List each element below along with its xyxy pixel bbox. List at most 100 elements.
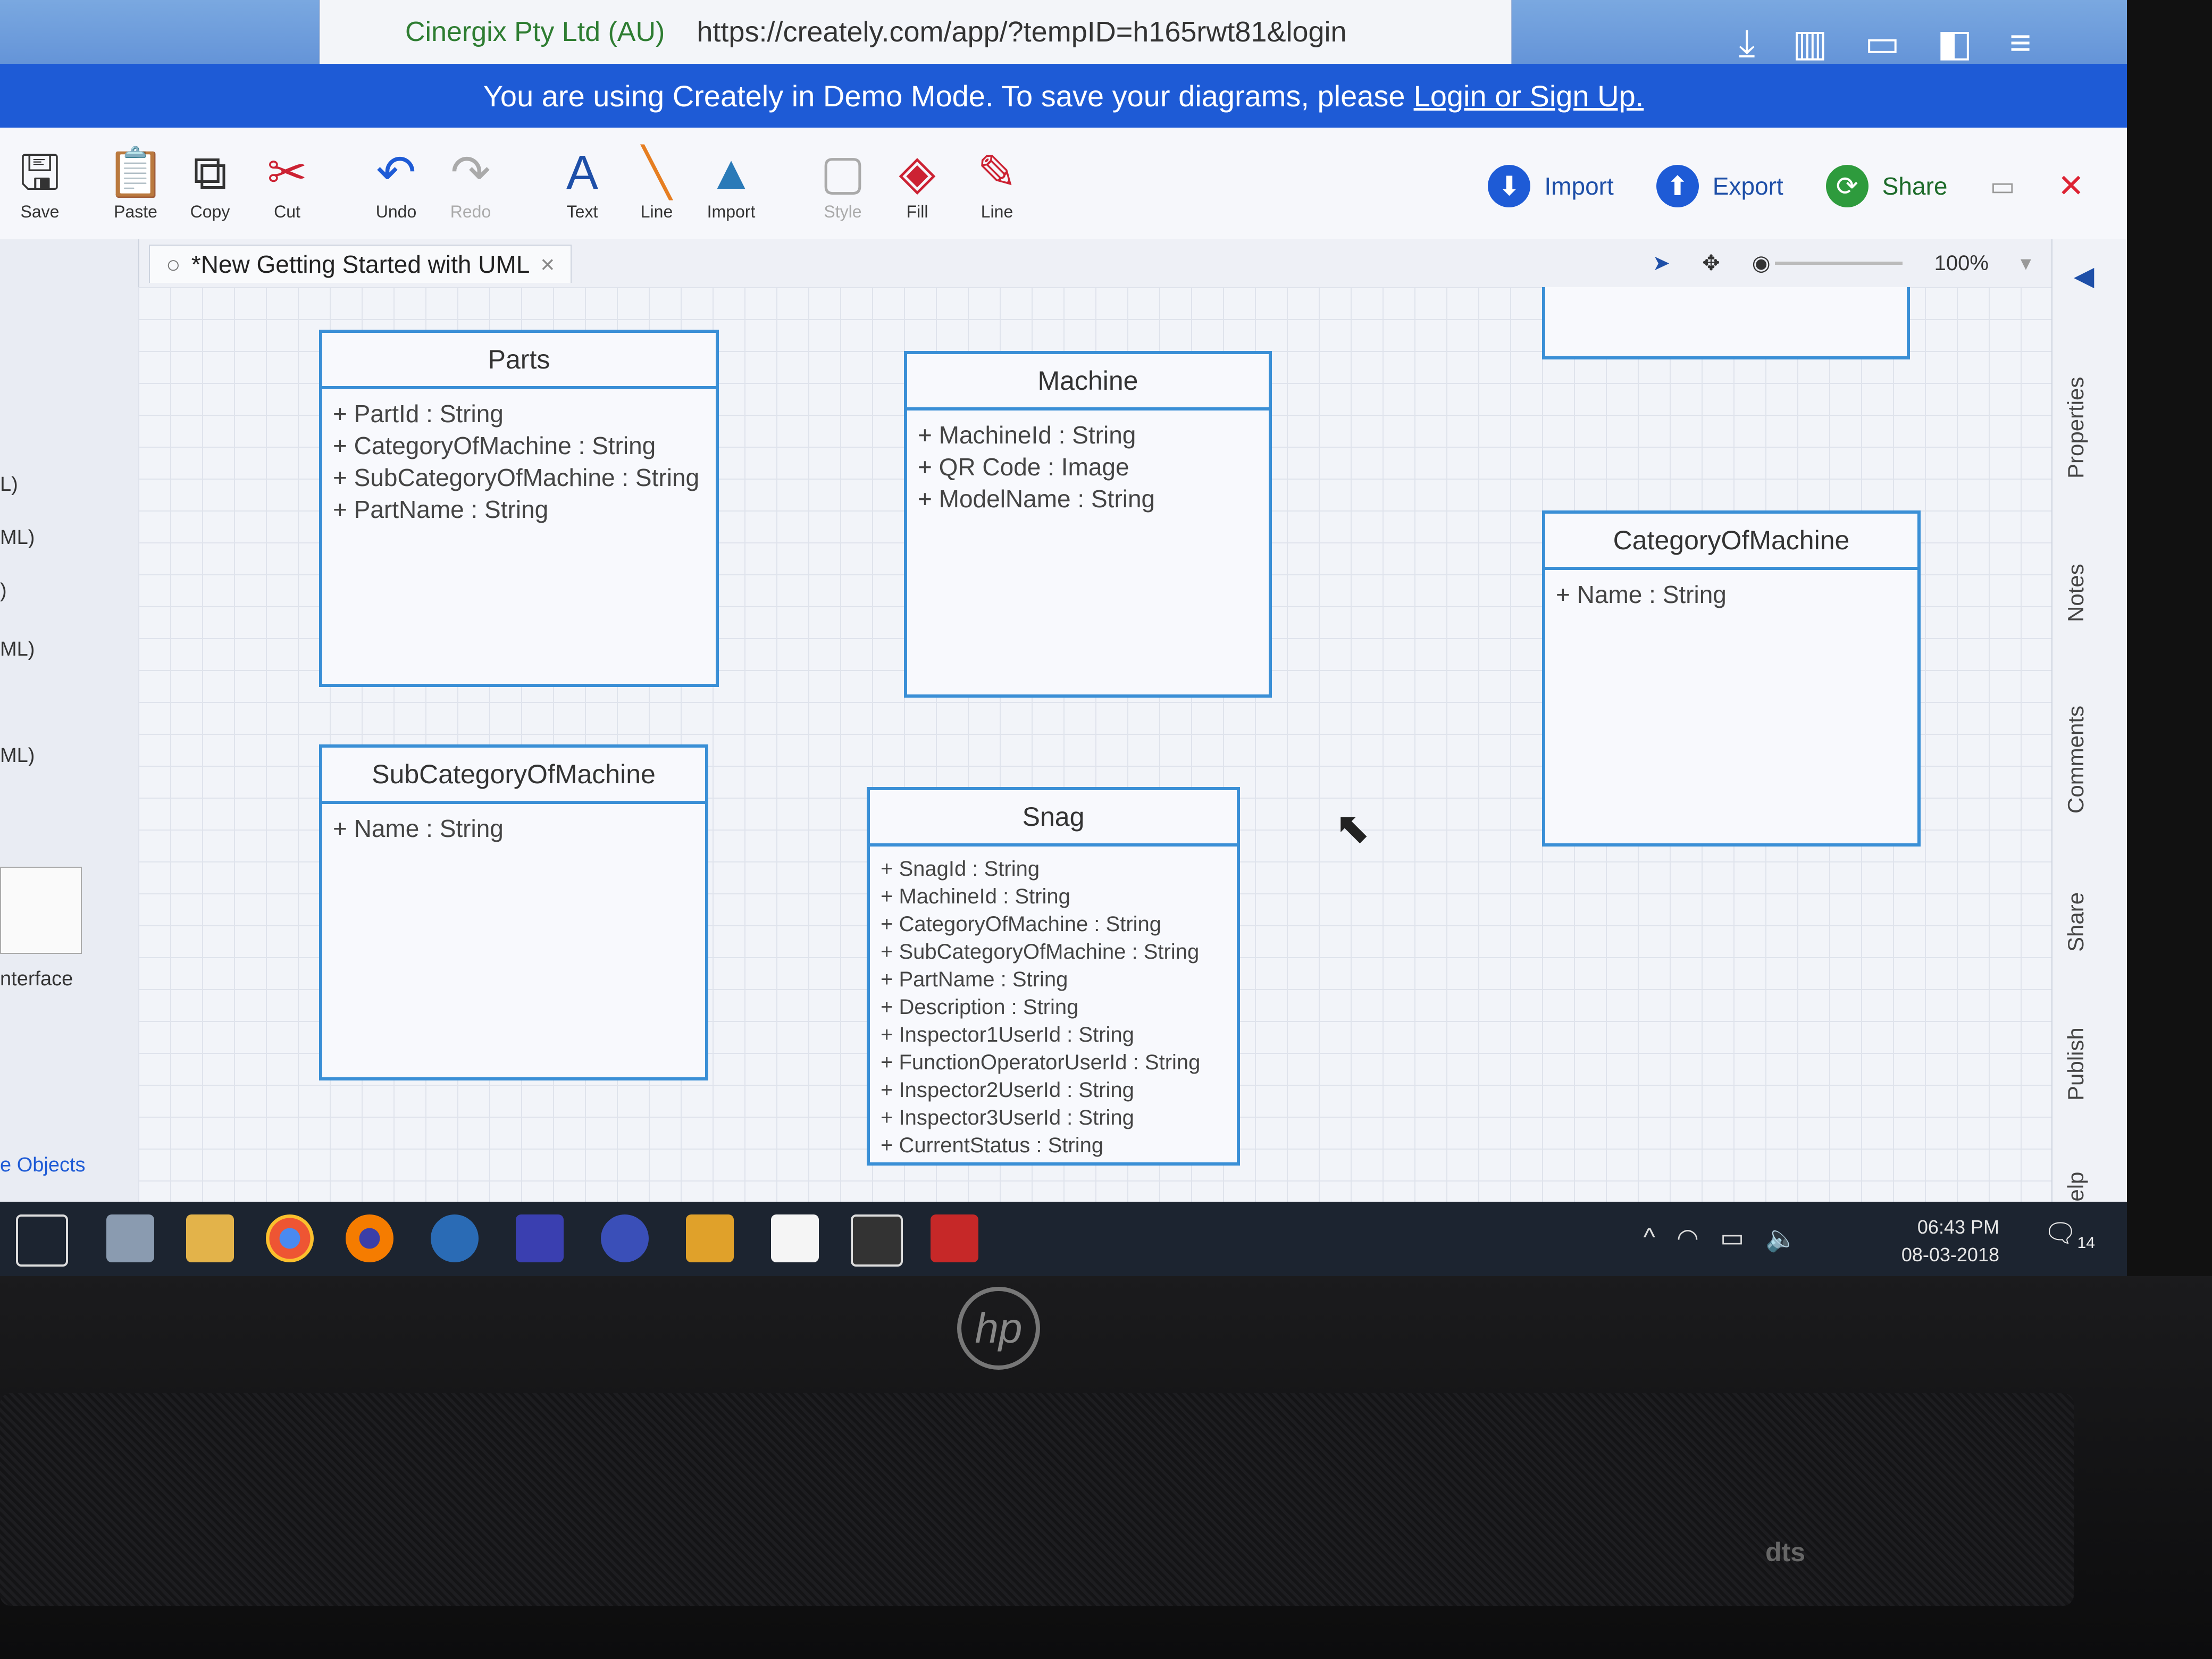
properties-tab[interactable]: Properties xyxy=(2063,377,2089,479)
menu-icon[interactable]: ≡ xyxy=(2009,21,2031,65)
unsaved-indicator-icon: ○ xyxy=(166,250,181,278)
uml-class-machine[interactable]: Machine + MachineId : String + QR Code :… xyxy=(904,351,1272,698)
pan-tool-icon[interactable]: ✥ xyxy=(1702,251,1720,275)
chrome-icon[interactable] xyxy=(266,1214,314,1262)
clock[interactable]: 06:43 PM 08-03-2018 xyxy=(1901,1213,1999,1269)
zoom-knob-icon[interactable]: ◉ xyxy=(1752,251,1771,275)
chevron-down-icon[interactable]: ▾ xyxy=(2021,251,2031,275)
export-icon: ⬆ xyxy=(1656,165,1699,207)
share-button[interactable]: ⟳ Share xyxy=(1825,165,1947,207)
redo-icon: ↷ xyxy=(450,146,491,199)
publish-tab[interactable]: Publish xyxy=(2063,1027,2089,1101)
close-tab-icon[interactable]: × xyxy=(540,250,555,279)
copy-button[interactable]: ⧉ Copy xyxy=(170,144,250,222)
style-button[interactable]: ▢ Style xyxy=(803,144,883,222)
notes-tab[interactable]: Notes xyxy=(2063,564,2089,622)
import-button[interactable]: ⬇ Import xyxy=(1488,165,1614,207)
undo-button[interactable]: ↶ Undo xyxy=(356,144,436,222)
class-attributes: + SnagId : String + MachineId : String +… xyxy=(870,847,1237,1168)
shape-group-label[interactable]: L) xyxy=(0,473,18,496)
share-tab[interactable]: Share xyxy=(2063,892,2089,952)
comments-tab[interactable]: Comments xyxy=(2063,706,2089,814)
cut-button[interactable]: ✂ Cut xyxy=(247,144,327,222)
chevron-up-icon[interactable]: ^ xyxy=(1643,1223,1655,1253)
uml-class-partial[interactable] xyxy=(1542,287,1910,359)
pencil-icon: ✎ xyxy=(977,146,1017,199)
attribute: + QR Code : Image xyxy=(918,453,1129,481)
library-icon[interactable]: ▥ xyxy=(1792,21,1828,65)
attribute: + Inspector1UserId : String xyxy=(881,1023,1134,1046)
attribute: + Name : String xyxy=(333,815,504,842)
paste-button[interactable]: 📋 Paste xyxy=(96,144,175,222)
address-bar[interactable]: Cinergix Pty Ltd (AU) https://creately.c… xyxy=(319,0,1512,65)
demo-message: You are using Creately in Demo Mode. To … xyxy=(483,79,1405,113)
shape-group-label[interactable]: ) xyxy=(0,580,7,602)
line-button[interactable]: ╲ Line xyxy=(617,144,697,222)
uml-class-subcategoryofmachine[interactable]: SubCategoryOfMachine + Name : String xyxy=(319,744,708,1080)
pointer-tool-icon[interactable]: ➤ xyxy=(1653,251,1671,275)
shape-group-label[interactable]: ML) xyxy=(0,526,35,549)
interface-shape-thumbnail[interactable] xyxy=(0,867,82,954)
more-objects-link[interactable]: e Objects xyxy=(0,1154,86,1177)
steam-icon[interactable] xyxy=(431,1214,479,1262)
wifi-icon[interactable]: ◠ xyxy=(1677,1223,1699,1253)
class-attributes: + Name : String xyxy=(322,804,705,853)
document-tab[interactable]: ○ *New Getting Started with UML × xyxy=(149,245,572,283)
fill-icon: ◈ xyxy=(899,146,936,199)
browser-icons: ⤓ ▥ ▭ ◧ ≡ xyxy=(1739,21,2031,65)
app-toolbar: 🖫 Save 📋 Paste ⧉ Copy ✂ Cut ↶ Undo ↷ Redo A Tex… xyxy=(0,128,2127,240)
shape-group-label[interactable]: ML) xyxy=(0,744,35,767)
diagram-canvas[interactable]: Parts + PartId : String + CategoryOfMach… xyxy=(138,287,2052,1223)
reader-icon[interactable]: ▭ xyxy=(1865,21,1900,65)
attribute: + SubCategoryOfMachine : String xyxy=(333,464,700,491)
class-attributes: + MachineId : String + QR Code : Image +… xyxy=(907,410,1269,523)
save-button[interactable]: 🖫 Save xyxy=(0,144,80,222)
terminal-icon[interactable] xyxy=(851,1214,903,1267)
download-icon[interactable]: ⤓ xyxy=(1739,21,1755,65)
shape-group-label[interactable]: ML) xyxy=(0,638,35,661)
line-color-button[interactable]: ✎ Line xyxy=(957,144,1037,222)
acrobat-icon[interactable] xyxy=(931,1214,978,1262)
uml-class-categoryofmachine[interactable]: CategoryOfMachine + Name : String xyxy=(1542,510,1921,847)
class-name: Machine xyxy=(907,354,1269,410)
attribute: + Inspector2UserId : String xyxy=(881,1078,1134,1102)
intellij-icon[interactable] xyxy=(516,1214,564,1262)
document-title: *New Getting Started with UML xyxy=(191,250,530,278)
url-text[interactable]: https://creately.com/app/?tempID=h165rwt… xyxy=(697,15,1346,48)
text-button[interactable]: A Text xyxy=(542,144,622,222)
uml-class-parts[interactable]: Parts + PartId : String + CategoryOfMach… xyxy=(319,330,719,687)
task-view-icon[interactable] xyxy=(16,1214,68,1267)
attribute: + SubCategoryOfMachine : String xyxy=(881,940,1200,963)
fill-button[interactable]: ◈ Fill xyxy=(877,144,957,222)
uml-class-snag[interactable]: Snag + SnagId : String + MachineId : Str… xyxy=(867,787,1240,1166)
sublime-icon[interactable] xyxy=(686,1214,734,1262)
notepad-icon[interactable] xyxy=(771,1214,819,1262)
redo-button[interactable]: ↷ Redo xyxy=(431,144,510,222)
export-button[interactable]: ⬆ Export xyxy=(1656,165,1783,207)
firefox-icon[interactable] xyxy=(346,1214,393,1262)
fullscreen-icon[interactable]: ▭ xyxy=(1990,171,2015,202)
close-icon[interactable]: ✕ xyxy=(2058,167,2084,205)
hp-logo: hp xyxy=(957,1287,1040,1370)
save-icon: 🖫 xyxy=(19,146,61,199)
zoom-track[interactable] xyxy=(1774,262,1903,265)
collapse-panel-icon[interactable]: ◀ xyxy=(2074,261,2094,291)
login-link[interactable]: Login or Sign Up. xyxy=(1414,79,1644,113)
shape-label[interactable]: nterface xyxy=(0,968,73,991)
people-icon[interactable] xyxy=(106,1214,154,1262)
extension-icon[interactable]: ◧ xyxy=(1937,21,1972,65)
import-image-button[interactable]: ▲ Import xyxy=(691,144,771,222)
battery-icon[interactable]: ▭ xyxy=(1720,1223,1744,1253)
notifications-icon[interactable]: 🗨14 xyxy=(2043,1218,2095,1252)
file-explorer-icon[interactable] xyxy=(186,1214,234,1262)
paste-icon: 📋 xyxy=(105,146,166,199)
eclipse-icon[interactable] xyxy=(601,1214,649,1262)
share-icon: ⟳ xyxy=(1825,165,1869,207)
zoom-slider[interactable]: ◉ xyxy=(1752,251,1903,275)
import-icon: ⬇ xyxy=(1488,165,1531,207)
cut-icon: ✂ xyxy=(267,146,307,199)
image-icon: ▲ xyxy=(707,146,755,199)
volume-icon[interactable]: 🔈 xyxy=(1765,1223,1797,1253)
zoom-level[interactable]: 100% xyxy=(1934,252,1989,275)
shapes-panel: L) ML) ) ML) ML) nterface e Objects xyxy=(0,239,139,1223)
